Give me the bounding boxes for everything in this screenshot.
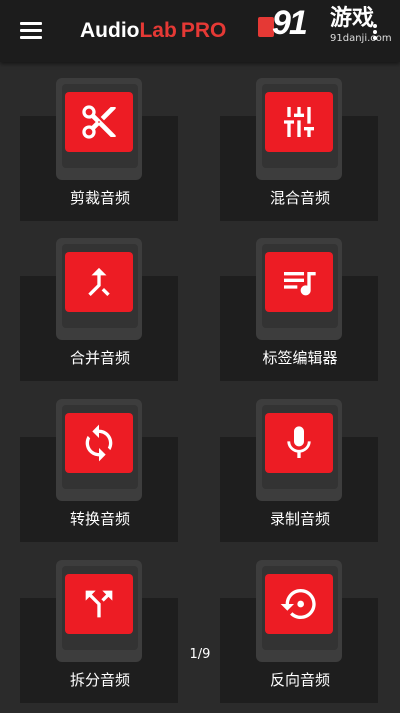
- tile-reverse-audio[interactable]: 反向音频: [220, 552, 380, 713]
- merge-icon: [65, 252, 133, 312]
- scissors-icon: [65, 92, 133, 152]
- reverse-icon: [265, 574, 333, 634]
- tile-mix-audio[interactable]: 混合音频: [220, 70, 380, 231]
- tile-label: 录制音频: [269, 510, 330, 528]
- microphone-icon: [265, 413, 333, 473]
- tile-label: 反向音频: [269, 671, 330, 689]
- tile-trim-audio[interactable]: 剪裁音频: [20, 70, 180, 231]
- tile-label: 合并音频: [69, 349, 130, 367]
- tile-label: 转换音频: [69, 510, 130, 528]
- watermark-number: 91: [272, 4, 308, 42]
- split-arrows-icon: [65, 574, 133, 634]
- tile-label: 标签编辑器: [262, 349, 338, 367]
- watermark-chinese-text: 游戏: [330, 6, 375, 31]
- more-options-icon[interactable]: [372, 24, 378, 40]
- watermark-url: 91danji.com: [330, 33, 392, 44]
- tile-label: 拆分音频: [69, 671, 130, 689]
- tile-record-audio[interactable]: 录制音频: [220, 391, 380, 552]
- tile-merge-audio[interactable]: 合并音频: [20, 230, 180, 391]
- page-indicator: 1/9: [189, 647, 211, 662]
- tile-label: 混合音频: [269, 189, 330, 207]
- tile-split-audio[interactable]: 拆分音频: [20, 552, 180, 713]
- tile-convert-audio[interactable]: 转换音频: [20, 391, 180, 552]
- equalizer-icon: [265, 92, 333, 152]
- playlist-music-icon: [265, 252, 333, 312]
- tile-label: 剪裁音频: [69, 189, 130, 207]
- hamburger-menu-icon[interactable]: [20, 22, 42, 40]
- app-toolbar: AudioLab PRO 91 游戏 91danji.com: [0, 0, 400, 62]
- tile-tag-editor[interactable]: 标签编辑器: [220, 230, 380, 391]
- sync-icon: [65, 413, 133, 473]
- app-title: AudioLab PRO: [80, 19, 227, 42]
